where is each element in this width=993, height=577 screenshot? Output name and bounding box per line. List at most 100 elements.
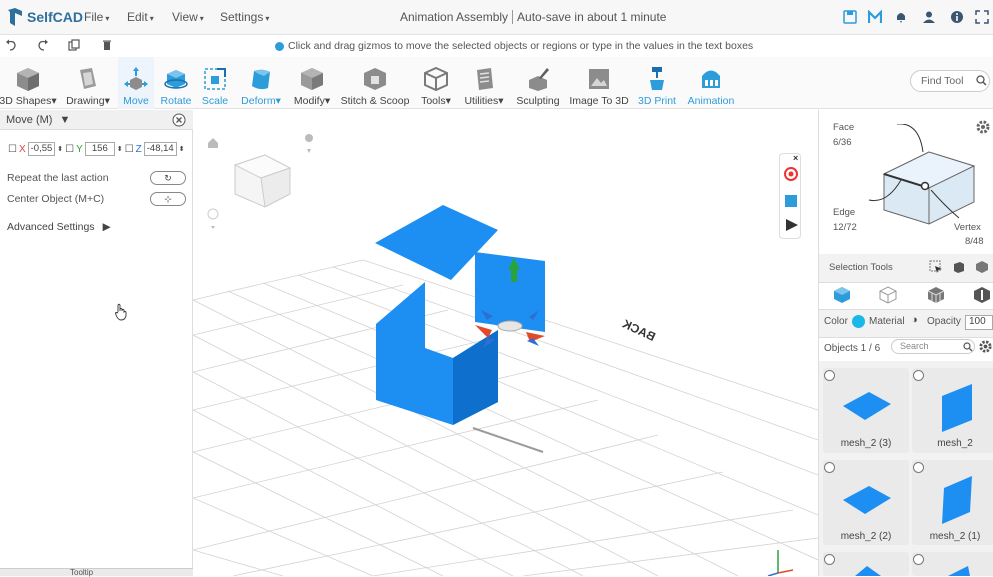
opacity-input[interactable]: 100 <box>965 315 993 330</box>
stitch-scoop-icon <box>364 68 386 90</box>
tool-drawing[interactable]: Drawing▾ <box>62 57 114 109</box>
select-cursor-icon[interactable] <box>929 260 943 274</box>
xray-view-icon[interactable] <box>973 286 991 304</box>
view-cube[interactable] <box>233 154 292 208</box>
menu-view[interactable]: View ▾ <box>172 10 204 24</box>
undo-icon[interactable] <box>5 39 17 51</box>
z-input[interactable]: -48,14 <box>143 142 177 156</box>
tooltip-bar[interactable] <box>0 568 193 576</box>
delete-icon[interactable] <box>101 39 113 51</box>
caret-down-icon: ▾ <box>105 14 110 23</box>
bell-icon[interactable] <box>894 10 908 24</box>
redo-icon[interactable] <box>37 39 49 51</box>
z-checkbox[interactable]: ☐ <box>125 144 134 155</box>
tool-rotate[interactable]: Rotate <box>158 57 194 109</box>
object-select-radio[interactable] <box>913 462 924 473</box>
gizmo-center[interactable] <box>497 320 523 332</box>
close-icon[interactable]: × <box>793 153 798 163</box>
tool-stitch-scoop[interactable]: Stitch & Scoop <box>340 57 410 109</box>
material-label[interactable]: Material <box>869 316 905 327</box>
tool-modify[interactable]: Modify▾ <box>290 57 334 109</box>
tool-sculpting[interactable]: Sculpting <box>514 57 562 109</box>
close-panel-icon[interactable] <box>172 113 186 127</box>
object-card[interactable] <box>823 552 909 576</box>
y-input[interactable]: 156 <box>84 142 115 156</box>
stop-icon[interactable] <box>784 194 798 208</box>
solid-view-icon[interactable] <box>833 286 851 304</box>
color-swatch[interactable] <box>852 315 865 328</box>
camera-icon[interactable] <box>207 208 219 229</box>
tool-deform[interactable]: Deform▾ <box>238 57 284 109</box>
mesh-thumbnail <box>843 392 891 420</box>
opacity-icon: ◑ <box>911 314 918 326</box>
search-icon[interactable] <box>963 342 973 352</box>
copy-icon[interactable] <box>68 39 80 51</box>
info-icon[interactable] <box>950 10 964 24</box>
project-name[interactable]: Animation Assembly <box>400 10 508 24</box>
fullscreen-icon[interactable] <box>975 10 989 24</box>
printer-icon <box>650 67 664 90</box>
edge-count: 12/72 <box>833 222 857 233</box>
menu-settings[interactable]: Settings ▾ <box>220 10 269 24</box>
object-select-radio[interactable] <box>913 554 924 565</box>
3d-viewport[interactable]: BACK <box>193 110 818 576</box>
animation-controls: × <box>779 153 801 239</box>
caret-right-icon: ▶ <box>102 221 111 233</box>
object-select-radio[interactable] <box>824 370 835 381</box>
axis-indicator <box>767 550 794 576</box>
x-stepper[interactable]: ⬍ <box>57 145 63 153</box>
mesh-view-icon[interactable] <box>927 286 945 304</box>
edge-label[interactable]: Edge <box>833 207 855 218</box>
wireframe-view-icon[interactable] <box>879 286 897 304</box>
menu-edit[interactable]: Edit ▾ <box>127 10 154 24</box>
z-stepper[interactable]: ⬍ <box>179 145 185 153</box>
mesh-side-wall[interactable] <box>475 252 545 332</box>
record-icon[interactable] <box>783 166 799 182</box>
tool-3d-print[interactable]: 3D Print <box>636 57 678 109</box>
tool-label: Stitch & Scoop <box>340 95 410 107</box>
light-icon[interactable] <box>305 134 313 153</box>
tool-utilities[interactable]: Utilities▾ <box>462 57 506 109</box>
advanced-settings-toggle[interactable]: Advanced Settings ▶ <box>7 221 111 233</box>
user-icon[interactable] <box>922 10 936 24</box>
x-label: X <box>18 143 26 155</box>
play-icon[interactable] <box>785 218 799 232</box>
caret-down-icon[interactable]: ▼ <box>60 114 71 126</box>
tool-image-to-3d[interactable]: Image To 3D <box>568 57 630 109</box>
select-paint-icon[interactable] <box>952 260 966 274</box>
x-checkbox[interactable]: ☐ <box>8 144 17 155</box>
face-label[interactable]: Face <box>833 122 854 133</box>
tool-label: Image To 3D <box>569 95 629 107</box>
back-label: BACK <box>620 317 658 344</box>
object-selected-radio[interactable] <box>824 554 835 565</box>
tool-tools[interactable]: Tools▾ <box>416 57 456 109</box>
objects-settings-gear-icon[interactable] <box>978 339 993 354</box>
scene-canvas[interactable]: BACK <box>193 110 818 576</box>
magic-m-icon[interactable] <box>868 10 882 24</box>
center-icon: ⊹ <box>164 194 172 204</box>
object-card[interactable] <box>912 552 993 576</box>
face-count: 6/36 <box>833 137 852 148</box>
tool-3d-shapes[interactable]: 3D Shapes▾ <box>0 57 57 109</box>
tool-label: 3D Print <box>638 95 676 107</box>
find-tool-placeholder: Find Tool <box>921 75 964 87</box>
app-logo[interactable]: SelfCAD <box>6 7 83 27</box>
repeat-action-button[interactable]: ↻ <box>150 171 186 185</box>
object-select-radio[interactable] <box>913 370 924 381</box>
save-icon[interactable] <box>843 10 857 24</box>
menu-file[interactable]: File ▾ <box>84 10 109 24</box>
tool-move[interactable]: Move <box>118 57 154 109</box>
caret-down-icon: ▾ <box>199 14 204 23</box>
info-dot-icon <box>275 41 284 51</box>
select-box-icon[interactable] <box>975 260 989 274</box>
tool-animation[interactable]: Animation <box>686 57 736 109</box>
x-input[interactable]: -0,55 <box>27 142 56 156</box>
y-checkbox[interactable]: ☐ <box>65 144 74 155</box>
object-select-radio[interactable] <box>824 462 835 473</box>
tool-scale[interactable]: Scale <box>198 57 232 109</box>
home-view-icon[interactable] <box>208 138 218 148</box>
panel-title: Move (M) <box>6 114 53 126</box>
center-object-button[interactable]: ⊹ <box>150 192 186 206</box>
search-icon[interactable] <box>976 75 987 86</box>
y-stepper[interactable]: ⬍ <box>117 145 123 153</box>
